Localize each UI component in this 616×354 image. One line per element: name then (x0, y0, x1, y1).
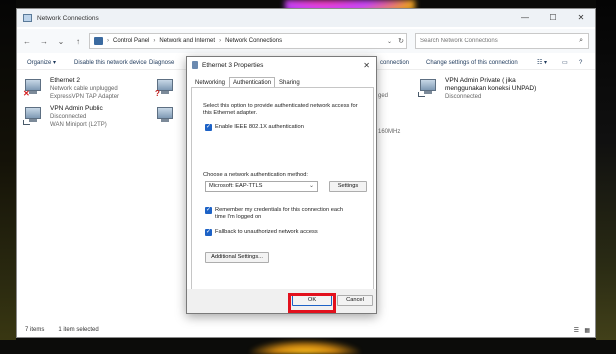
connection-status: Disconnected (50, 114, 87, 120)
settings-button[interactable]: Settings (329, 181, 367, 192)
selected-count: 1 item selected (58, 327, 99, 333)
address-bar[interactable]: › Control Panel › Network and Internet ›… (89, 33, 407, 49)
ethernet-adapter-icon (192, 61, 198, 69)
dialog-titlebar: Ethernet 3 Properties ✕ (187, 57, 376, 73)
change-settings-button[interactable]: Change settings of this connection (426, 60, 518, 66)
list-item-text: Ethernet 2 Network cable unplugged Expre… (50, 77, 119, 101)
auth-method-label: Choose a network authentication method: (203, 172, 308, 178)
breadcrumb-control-panel[interactable]: Control Panel (113, 38, 149, 44)
additional-settings-button[interactable]: Additional Settings... (205, 252, 269, 263)
network-adapter-icon: ✕ (23, 77, 45, 99)
search-box[interactable]: ⌕ (415, 33, 589, 49)
help-icon[interactable]: ? (579, 60, 582, 66)
recent-locations-chevron-icon[interactable]: ⌄ (54, 37, 68, 46)
window-title: Network Connections (37, 14, 99, 22)
connection-adapter: WAN Miniport (L2TP) (50, 122, 107, 128)
list-item-vpn-admin-public[interactable]: VPN Admin Public Disconnected WAN Minipo… (23, 105, 107, 129)
desktop-background-left (0, 0, 16, 354)
status-bar: 7 items 1 item selected ☰ ▦ (17, 323, 595, 337)
item-count: 7 items (25, 327, 45, 333)
remember-credentials-checkbox[interactable]: ✓ (205, 207, 212, 214)
list-item-vpn-admin-private[interactable]: VPN Admin Private ( jika menggunakan kon… (418, 77, 536, 101)
partial-status-text: ged (378, 93, 389, 99)
dialog-close-icon[interactable]: ✕ (363, 61, 370, 70)
organize-menu[interactable]: Organize ▾ (27, 59, 56, 66)
navigation-bar: ← → ⌄ ↑ › Control Panel › Network and In… (17, 29, 595, 53)
breadcrumb-network-connections[interactable]: Network Connections (225, 38, 282, 44)
auth-intro-text: Select this option to provide authentica… (203, 103, 358, 116)
fallback-label: Fallback to unauthorized network access (215, 229, 318, 235)
connection-name: VPN Admin Private ( jika (445, 77, 516, 84)
view-options-icon[interactable]: ☷ ▾ (537, 59, 547, 66)
list-item-text: VPN Admin Private ( jika menggunakan kon… (445, 77, 536, 101)
desktop-background-right (596, 0, 616, 354)
network-adapter-icon: ? (155, 77, 177, 99)
authentication-panel: Select this option to provide authentica… (191, 87, 374, 290)
breadcrumb-network-and-internet[interactable]: Network and Internet (159, 38, 215, 44)
connection-name: VPN Admin Public (50, 105, 103, 112)
forward-arrow-icon[interactable]: → (37, 37, 51, 46)
connection-adapter: ExpressVPN TAP Adapter (50, 94, 120, 100)
enable-8021x-label: Enable IEEE 802.1X authentication (215, 124, 304, 130)
remember-credentials-label: Remember my credentials for this connect… (215, 207, 344, 220)
control-panel-icon (94, 37, 103, 45)
connection-status: Disconnected (445, 94, 482, 100)
refresh-icon[interactable]: ↻ (398, 37, 404, 45)
back-arrow-icon[interactable]: ← (20, 37, 34, 46)
dialog-footer: OK Cancel (187, 289, 376, 313)
disable-device-button[interactable]: Disable this network device (74, 60, 147, 66)
breadcrumb-separator-icon[interactable]: › (219, 38, 221, 44)
fallback-checkbox[interactable]: ✓ (205, 229, 212, 236)
list-item-partial-adapter[interactable]: ? (155, 77, 177, 99)
breadcrumb-separator-icon[interactable]: › (153, 38, 155, 44)
up-arrow-icon[interactable]: ↑ (71, 37, 85, 46)
vpn-connection-icon (23, 105, 45, 127)
auth-method-select[interactable]: Microsoft: EAP-TTLS ⌄ (205, 181, 318, 192)
minimize-button[interactable]: — (511, 9, 539, 27)
wallpaper-art-bottom (250, 340, 360, 354)
auth-method-value: Microsoft: EAP-TTLS (209, 183, 263, 189)
dialog-title: Ethernet 3 Properties (202, 61, 264, 69)
network-adapter-icon (155, 105, 177, 127)
network-connections-icon (23, 14, 32, 22)
window-titlebar: Network Connections — ☐ ✕ (17, 9, 595, 27)
list-item-partial-adapter[interactable] (155, 105, 177, 127)
breadcrumb-separator-icon[interactable]: › (107, 38, 109, 44)
connection-name: Ethernet 2 (50, 77, 80, 84)
connection-name-continued: menggunakan koneksi UNPAD) (445, 85, 537, 92)
close-button[interactable]: ✕ (567, 9, 595, 27)
list-item-ethernet-2[interactable]: ✕ Ethernet 2 Network cable unplugged Exp… (23, 77, 119, 101)
connection-status: Network cable unplugged (50, 86, 118, 92)
search-input[interactable] (420, 38, 570, 44)
diagnose-button[interactable]: Diagnose (149, 60, 174, 66)
ethernet-properties-dialog: Ethernet 3 Properties ✕ Networking Authe… (186, 56, 377, 314)
chevron-down-icon: ⌄ (308, 183, 314, 189)
ok-button[interactable]: OK (292, 295, 332, 306)
cancel-button[interactable]: Cancel (337, 295, 373, 306)
list-item-text: VPN Admin Public Disconnected WAN Minipo… (50, 105, 107, 129)
enable-8021x-checkbox[interactable]: ✓ (205, 124, 212, 131)
vpn-connection-icon (418, 77, 440, 99)
search-icon: ⌕ (579, 37, 583, 44)
connection-button-partial[interactable]: connection (380, 60, 409, 66)
preview-pane-icon[interactable]: ▭ (562, 59, 568, 66)
address-dropdown-icon[interactable]: ⌄ (387, 38, 392, 45)
details-view-icon[interactable]: ☰ (574, 327, 579, 334)
maximize-button[interactable]: ☐ (539, 9, 567, 27)
partial-speed-text: 160MHz (378, 129, 401, 135)
tiles-view-icon[interactable]: ▦ (584, 327, 590, 334)
window-controls: — ☐ ✕ (511, 9, 595, 27)
